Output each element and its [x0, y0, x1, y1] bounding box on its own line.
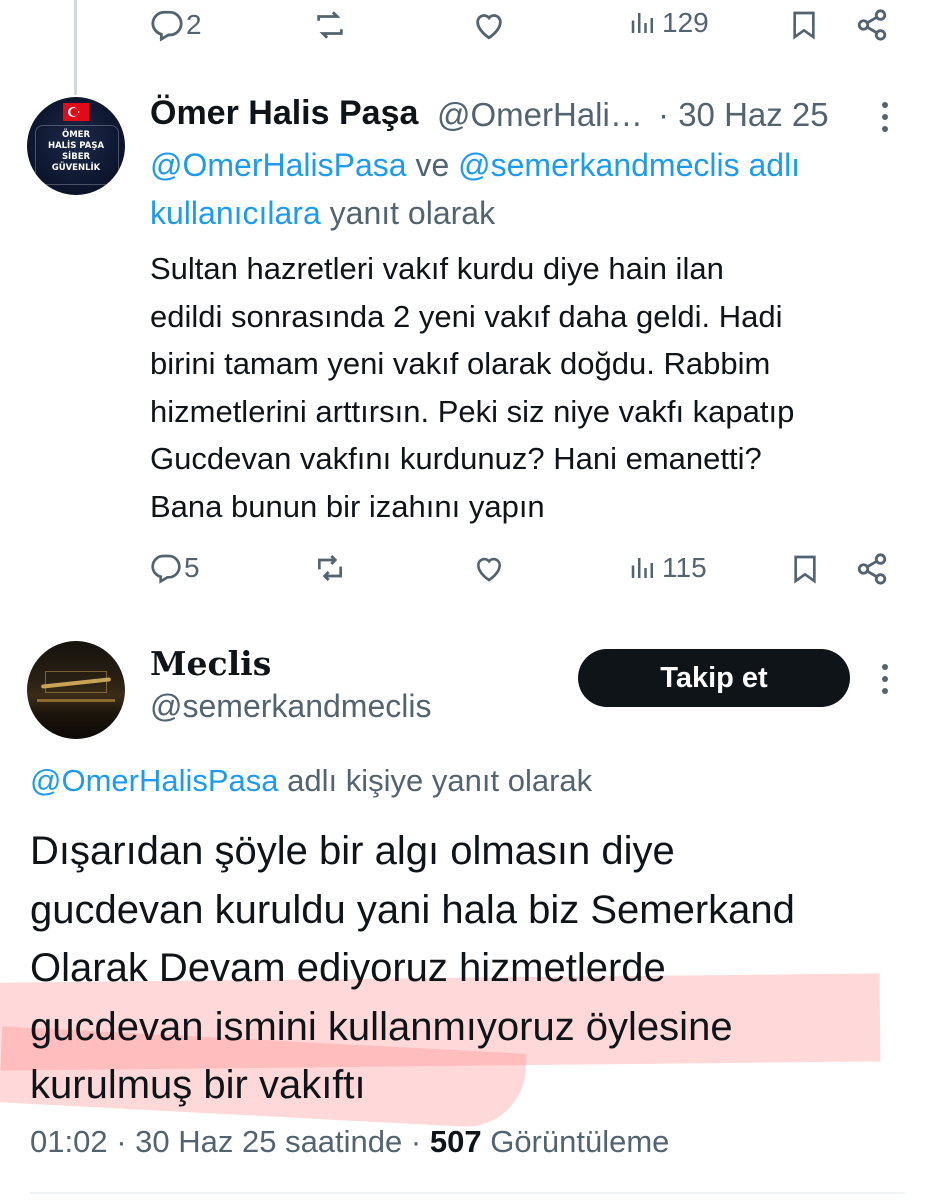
reply-icon	[151, 10, 183, 42]
tweet-text-line: Dışarıdan şöyle bir algı olmasın diye	[30, 829, 675, 873]
share-icon	[857, 9, 887, 41]
like-button-prev[interactable]	[472, 8, 506, 42]
tweet-metadata: 01:02 · 30 Haz 25 saatinde · 507 Görüntü…	[30, 1124, 669, 1160]
tweet-date[interactable]: · 30 Haz 25 saatinde ·	[116, 1124, 421, 1159]
tweet-text-line: gucdevan kuruldu yani hala biz Semerkand	[30, 887, 795, 932]
views-count-prev: 129	[662, 7, 709, 38]
avatar-text-line: ÖMER	[61, 130, 91, 140]
reply-count-prev: 2	[186, 9, 202, 40]
mention-link[interactable]: @OmerHalisPasa	[150, 147, 407, 183]
views-button-prev[interactable]: 129	[628, 6, 709, 40]
replying-to: @OmerHalisPasa adlı kişiye yanıt olarak	[30, 757, 592, 805]
more-options-button[interactable]	[877, 100, 893, 139]
bookmark-icon	[794, 555, 816, 584]
tweet-text-line: Bana bunun bir izahını yapın	[150, 488, 545, 524]
tweet-text: Sultan hazretleri vakıf kurdu diye hain …	[150, 245, 910, 530]
reply-count: 5	[184, 552, 200, 583]
tweet-text-line: Olarak Devam ediyoruz hizmetlerde	[30, 946, 666, 990]
reply-suffix: yanıt olarak	[329, 195, 496, 231]
views-count: 115	[662, 552, 707, 583]
views-count: 507	[429, 1124, 482, 1159]
heart-icon	[477, 557, 501, 582]
bookmark-icon	[793, 11, 815, 40]
reply-icon	[151, 554, 181, 584]
bookmark-button[interactable]	[789, 552, 821, 586]
more-vertical-icon	[882, 664, 888, 694]
mention-link[interactable]: @semerkandmeclis adlı	[458, 147, 800, 183]
author-handle-and-date[interactable]: @OmerHali… · 30 Haz 25	[437, 96, 829, 134]
author-name[interactable]: Ömer Halis Paşa	[150, 94, 418, 133]
more-vertical-icon	[882, 102, 888, 132]
analytics-icon	[631, 558, 653, 578]
analytics-icon	[631, 13, 653, 33]
like-button[interactable]	[472, 552, 506, 584]
tweet-text-line: kurulmuş bir vakıftı	[30, 1063, 366, 1107]
tweet-text-line: gucdevan ismini kullanmıyoruz öylesine	[30, 1004, 733, 1049]
tweet-text-line: edildi sonrasında 2 yeni vakıf daha geld…	[150, 298, 783, 334]
share-button[interactable]	[855, 552, 889, 586]
retweet-button-prev[interactable]	[313, 8, 347, 42]
author-handle[interactable]: @semerkandmeclis	[150, 688, 431, 725]
author-handle[interactable]: @OmerHali…	[437, 96, 643, 133]
turkish-flag-icon	[63, 103, 89, 121]
author-name[interactable]: Meclis	[150, 644, 271, 683]
previous-tweet-action-bar: 2 129	[0, 0, 935, 50]
tweet-date[interactable]: · 30 Haz 25	[658, 96, 829, 133]
tweet-text: Dışarıdan şöyle bir algı olmasın diye gu…	[30, 822, 920, 1115]
mention-link[interactable]: @OmerHalisPasa	[30, 763, 279, 798]
views-label: Görüntüleme	[490, 1124, 670, 1159]
reply-button[interactable]: 5	[150, 552, 200, 584]
retweet-icon	[317, 11, 343, 39]
avatar-text-line: GÜVENLİK	[51, 163, 101, 173]
replying-to: @OmerHalisPasa ve @semerkandmeclis adlı …	[150, 141, 910, 237]
share-button-prev[interactable]	[855, 8, 889, 42]
avatar-text-line: HALİS PAŞA	[47, 141, 105, 151]
retweet-icon	[318, 555, 342, 581]
tweet-time[interactable]: 01:02	[30, 1124, 108, 1159]
tweet-text-line: hizmetlerini arttırsın. Peki siz niye va…	[150, 393, 795, 429]
avatar-omer-halis-pasa[interactable]: ÖMER HALİS PAŞA SİBER GÜVENLİK	[27, 97, 125, 195]
follow-button[interactable]: Takip et	[578, 649, 850, 707]
reply-button-prev[interactable]: 2	[150, 8, 202, 42]
share-icon	[857, 553, 887, 585]
divider	[30, 1192, 905, 1194]
tweet-text-line: Gucdevan vakfını kurdunuz? Hani emanetti…	[150, 441, 762, 476]
more-options-button[interactable]	[877, 662, 893, 701]
tweet-text-line: birini tamam yeni vakıf olarak doğdu. Ra…	[150, 346, 771, 381]
heart-icon	[476, 14, 502, 40]
bookmark-button-prev[interactable]	[788, 8, 820, 42]
tweet-text-line: Sultan hazretleri vakıf kurdu diye hain …	[150, 251, 724, 286]
views-button[interactable]: 115	[628, 552, 707, 584]
reply-suffix: adlı kişiye yanıt olarak	[287, 763, 593, 798]
retweet-button[interactable]	[312, 552, 348, 584]
mention-link[interactable]: kullanıcılara	[150, 195, 321, 231]
avatar-meclis[interactable]	[27, 641, 125, 739]
avatar-text-line: SİBER	[61, 152, 91, 162]
reply-conjunction: ve	[415, 147, 450, 183]
